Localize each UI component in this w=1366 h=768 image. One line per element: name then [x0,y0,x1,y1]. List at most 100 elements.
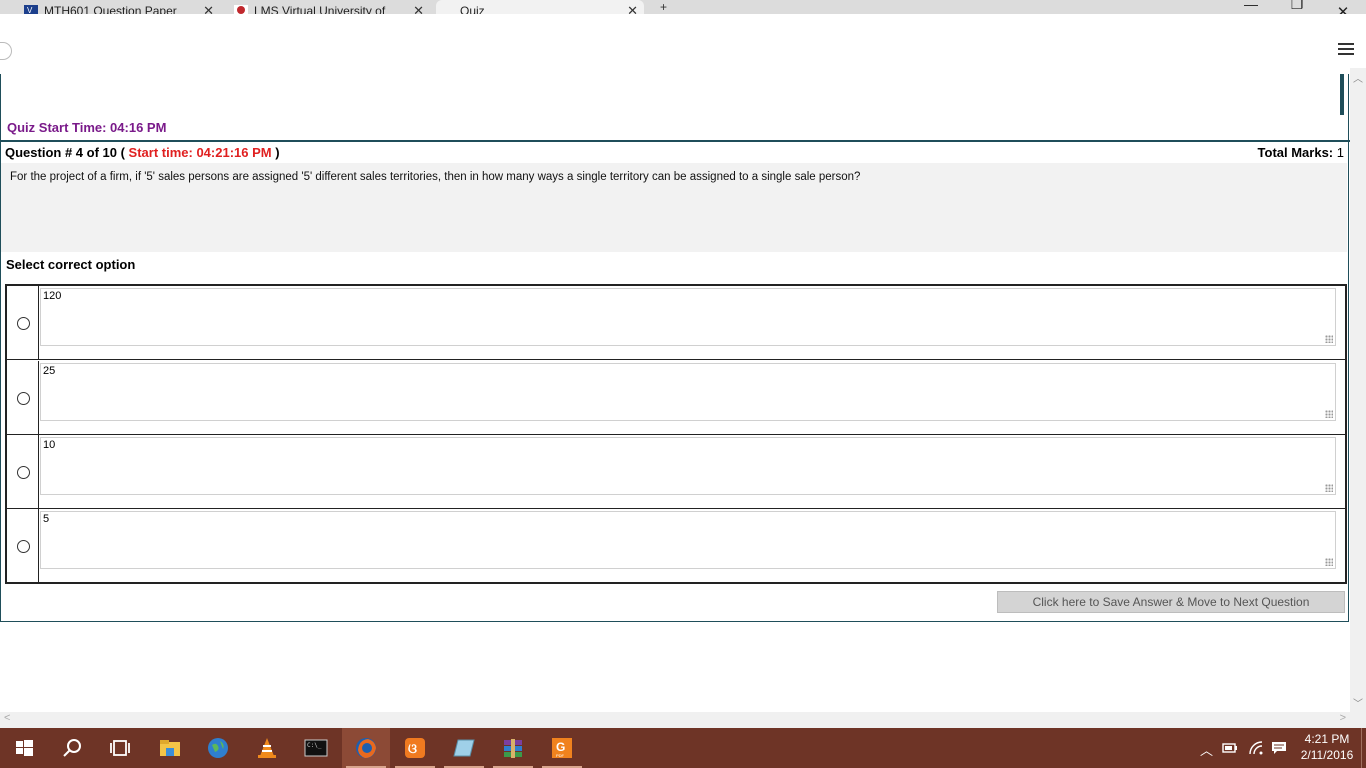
windows-icon [16,740,33,756]
notepad-icon [453,739,475,757]
action-center-icon[interactable] [1271,740,1287,756]
option-text: 10 [43,439,56,451]
scroll-down-icon[interactable]: ﹀ [1353,695,1363,710]
taskbar-clock[interactable]: 4:21 PM 2/11/2016 [1296,731,1358,763]
radio-cell [7,361,39,434]
command-prompt-button[interactable]: C:\_ [292,728,340,768]
header-accent-bar [1340,74,1344,115]
new-tab-button[interactable]: + [660,0,667,14]
quiz-start-time: Quiz Start Time: 04:16 PM [7,120,167,135]
windows-taskbar: C:\_ ଓ G PDF ︿ 4:21 PM 2/11/2016 [0,728,1366,768]
task-view-button[interactable] [96,728,144,768]
hamburger-menu-icon[interactable] [1338,43,1354,57]
select-option-label: Select correct option [6,257,136,272]
minimize-button[interactable]: — [1236,0,1266,12]
option-textarea[interactable]: 120 [40,288,1336,346]
battery-icon[interactable] [1222,741,1238,755]
option-textarea[interactable]: 25 [40,363,1336,421]
network-globe-button[interactable] [194,728,242,768]
browser-tabstrip: V MTH601 Question Paper ✕ LMS Virtual Un… [0,0,1366,14]
close-window-button[interactable]: ✕ [1328,3,1358,14]
quiz-frame: Quiz Start Time: 04:16 PM Question # 4 o… [0,74,1350,622]
xampp-button[interactable]: ଓ [391,728,439,768]
total-marks-label: Total Marks: [1257,145,1334,160]
option-row: 5 [7,509,1345,582]
resize-grip-icon[interactable] [1325,335,1333,343]
option-radio[interactable] [17,466,30,479]
firefox-button[interactable] [342,728,390,768]
quiz-page: Quiz Start Time: 04:16 PM Question # 4 o… [0,74,1350,712]
svg-text:G: G [556,740,565,754]
start-button[interactable] [0,728,48,768]
option-textarea[interactable]: 10 [40,437,1336,495]
close-tab-icon[interactable]: ✕ [413,0,424,14]
vertical-scrollbar[interactable]: ︿ ﹀ [1350,68,1366,712]
question-box: For the project of a firm, if '5' sales … [1,163,1347,252]
svg-text:V: V [27,6,33,14]
browser-tab-1[interactable]: V MTH601 Question Paper ✕ [20,0,220,14]
browser-tab-2[interactable]: LMS Virtual University of ✕ [230,0,430,14]
radio-cell [7,509,39,582]
scroll-right-icon[interactable]: > [1340,712,1346,724]
vlc-cone-icon [258,738,276,758]
foxit-pdf-icon: GPDF [552,738,572,758]
winrar-icon [504,739,522,758]
radio-cell [7,435,39,508]
clock-time: 4:21 PM [1304,732,1350,746]
option-radio[interactable] [17,317,30,330]
question-header-close: ) [275,145,280,160]
horizontal-scrollbar[interactable]: < > [0,712,1350,728]
question-header: Question # 4 of 10 ( Start time: 04:21:1… [5,145,280,160]
total-marks: Total Marks: 1 [1258,145,1344,160]
task-view-icon [110,740,130,756]
option-text: 5 [43,513,50,525]
resize-grip-icon[interactable] [1325,558,1333,566]
option-text: 25 [43,365,56,377]
folder-icon [160,740,180,756]
terminal-icon: C:\_ [304,739,328,757]
option-row: 120 [7,286,1345,360]
svg-text:ଓ: ଓ [408,741,417,756]
tab-title: LMS Virtual University of [254,4,386,14]
close-tab-icon[interactable]: ✕ [627,0,638,14]
clock-date: 2/11/2016 [1300,748,1354,762]
wifi-icon[interactable] [1248,740,1264,756]
globe-icon [208,738,228,758]
header-divider [1,140,1350,142]
option-text: 120 [43,290,62,302]
scroll-left-icon[interactable]: < [4,712,10,724]
radio-cell [7,286,39,359]
vlc-button[interactable] [243,728,291,768]
resize-grip-icon[interactable] [1325,410,1333,418]
save-next-button[interactable]: Click here to Save Answer & Move to Next… [997,591,1345,613]
question-number: Question # 4 of 10 ( [5,145,125,160]
tab-title: MTH601 Question Paper [44,4,177,14]
maximize-button[interactable]: ❐ [1282,0,1312,13]
foxit-pdf-button[interactable]: G PDF [538,728,586,768]
back-button-edge[interactable] [0,42,12,60]
scrollbar-corner [1350,712,1366,728]
browser-toolbar [0,14,1366,74]
show-desktop-button[interactable] [1361,728,1362,768]
option-textarea[interactable]: 5 [40,511,1336,569]
total-marks-value: 1 [1336,145,1344,160]
option-row: 25 [7,361,1345,435]
question-text: For the project of a firm, if '5' sales … [10,171,861,183]
option-radio[interactable] [17,392,30,405]
svg-text:C:\_: C:\_ [307,742,322,749]
winrar-button[interactable] [489,728,537,768]
close-tab-icon[interactable]: ✕ [203,0,214,14]
tray-overflow-chevron-icon[interactable]: ︿ [1200,740,1213,759]
resize-grip-icon[interactable] [1325,484,1333,492]
option-radio[interactable] [17,540,30,553]
svg-text:PDF: PDF [556,753,565,758]
notepad-button[interactable] [440,728,488,768]
vu-icon: V [24,5,38,14]
xampp-icon: ଓ [405,738,425,758]
browser-tab-3-active[interactable]: Quiz ✕ [436,0,644,14]
search-button[interactable] [48,728,96,768]
firefox-icon [356,738,376,758]
scroll-up-icon[interactable]: ︿ [1353,70,1363,85]
file-explorer-button[interactable] [146,728,194,768]
tab-title: Quiz [460,4,485,14]
